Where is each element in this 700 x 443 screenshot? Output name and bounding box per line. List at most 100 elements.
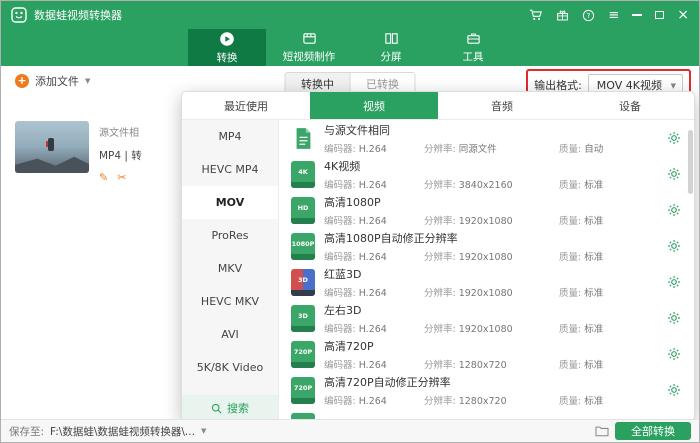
format-search-button[interactable]: 搜索 (182, 395, 278, 421)
format-1080p-icon: 1080P (291, 233, 315, 260)
tab-convert[interactable]: 转换 (188, 29, 266, 66)
format-row-text: 高清1080P自动修正分辨率 编码器:H.264分辨率:1920x1080质量:… (324, 230, 603, 263)
open-folder-icon[interactable] (595, 425, 609, 437)
format-row-text: 4K视频 编码器:H.264分辨率:3840x2160质量:标准 (324, 158, 603, 191)
chevron-down-icon: ▼ (85, 77, 90, 85)
plus-icon: + (15, 74, 29, 88)
format-row-4k[interactable]: 4K 4K视频 编码器:H.264分辨率:3840x2160质量:标准 (279, 156, 694, 192)
gear-icon[interactable] (667, 383, 681, 397)
format-redblue-3d-icon: 3D (291, 269, 315, 296)
sidebar-item-5k8k[interactable]: 5K/8K Video (182, 351, 278, 384)
sidebar-item-mp4[interactable]: MP4 (182, 120, 278, 153)
gear-icon[interactable] (667, 167, 681, 181)
tab-video[interactable]: 视频 (310, 92, 438, 119)
tab-device[interactable]: 设备 (566, 92, 694, 119)
file-format-text: MP4 | 转 (99, 148, 142, 163)
save-to-label: 保存至: (9, 424, 44, 439)
format-row-1080p-auto[interactable]: 1080P 高清1080P自动修正分辨率 编码器:H.264分辨率:1920x1… (279, 228, 694, 264)
sidebar-item-avi[interactable]: AVI (182, 318, 278, 351)
tab-split-label: 分屏 (381, 49, 402, 64)
file-action-icons: ✎ ✂ (99, 171, 142, 184)
cart-icon[interactable] (529, 8, 543, 22)
sidebar-item-hevc-mp4[interactable]: HEVC MP4 (182, 153, 278, 186)
format-detail: 编码器:H.264分辨率:1280x720质量:标准 (324, 357, 603, 371)
format-row-text: 与源文件相同 编码器:H.264分辨率:同源文件质量:自动 (324, 122, 603, 155)
format-row-720p[interactable]: 720P 高清720P 编码器:H.264分辨率:1280x720质量:标准 (279, 336, 694, 372)
gift-icon[interactable] (556, 9, 569, 22)
sidebar-item-prores[interactable]: ProRes (182, 219, 278, 252)
container-format-sidebar: MP4 HEVC MP4 MOV ProRes MKV HEVC MKV AVI… (182, 120, 279, 421)
scissors-icon[interactable]: ✂ (117, 171, 126, 184)
app-logo-icon (11, 7, 27, 23)
source-file-icon (291, 125, 315, 152)
format-row-1080p[interactable]: HD 高清1080P 编码器:H.264分辨率:1920x1080质量:标准 (279, 192, 694, 228)
thumbnail-person (48, 138, 54, 151)
sidebar-item-mov[interactable]: MOV (182, 186, 278, 219)
format-4k-icon: 4K (291, 161, 315, 188)
format-options-list: 与源文件相同 编码器:H.264分辨率:同源文件质量:自动 4K 4K视频 编码… (279, 120, 694, 421)
format-name: 高清1080P自动修正分辨率 (324, 230, 603, 246)
gear-icon[interactable] (667, 131, 681, 145)
maximize-icon[interactable] (655, 11, 664, 19)
format-detail: 编码器:H.264分辨率:1920x1080质量:标准 (324, 249, 603, 263)
save-path-value[interactable]: F:\数据蛙\数据蛙视频转换器\... (50, 424, 195, 439)
bottom-bar: 保存至: F:\数据蛙\数据蛙视频转换器\... ▼ 全部转换 (1, 419, 699, 442)
convert-icon (219, 31, 235, 47)
gear-icon[interactable] (667, 203, 681, 217)
format-name: 4K视频 (324, 158, 603, 174)
gear-icon[interactable] (667, 275, 681, 289)
format-picker-body: MP4 HEVC MP4 MOV ProRes MKV HEVC MKV AVI… (182, 120, 694, 421)
minimize-icon[interactable] (632, 14, 642, 16)
edit-icon[interactable]: ✎ (99, 171, 108, 184)
format-detail: 编码器:H.264分辨率:1920x1080质量:标准 (324, 285, 603, 299)
format-detail: 编码器:H.264分辨率:同源文件质量:自动 (324, 141, 603, 155)
scrollbar-thumb[interactable] (688, 130, 693, 194)
tab-short-video-label: 短视频制作 (283, 49, 336, 64)
thumbnail-mountain (15, 155, 89, 173)
format-picker-popup: 最近使用 视频 音频 设备 MP4 HEVC MP4 MOV ProRes MK… (181, 91, 695, 421)
menu-icon[interactable]: ≡ (608, 9, 619, 22)
tab-split-screen[interactable]: 分屏 (352, 29, 430, 66)
split-screen-icon (384, 31, 399, 46)
video-thumbnail (15, 121, 89, 173)
gear-icon[interactable] (667, 311, 681, 325)
tab-recently-used[interactable]: 最近使用 (182, 92, 310, 119)
tab-tools[interactable]: 工具 (434, 29, 512, 66)
close-icon[interactable]: × (677, 8, 689, 22)
convert-all-button[interactable]: 全部转换 (615, 422, 691, 440)
titlebar-actions: ? ≡ × (529, 8, 689, 22)
format-sbs-3d-icon: 3D (291, 305, 315, 332)
gear-icon[interactable] (667, 239, 681, 253)
file-source-text: 源文件相 (99, 124, 142, 139)
chevron-down-icon[interactable]: ▼ (201, 427, 206, 435)
format-name: 左右3D (324, 302, 603, 318)
tab-short-video[interactable]: 短视频制作 (270, 29, 348, 66)
gear-icon[interactable] (667, 347, 681, 361)
popup-scrollbar[interactable] (688, 122, 693, 419)
format-category-tabs: 最近使用 视频 音频 设备 (182, 92, 694, 120)
help-icon[interactable]: ? (582, 9, 595, 22)
file-info: 源文件相 MP4 | 转 ✎ ✂ (99, 121, 142, 184)
format-720p-auto-icon: 720P (291, 377, 315, 404)
format-detail: 编码器:H.264分辨率:1920x1080质量:标准 (324, 321, 603, 335)
format-name: 高清1080P (324, 194, 603, 210)
chevron-down-icon: ▼ (671, 82, 676, 90)
format-name: 红蓝3D (324, 266, 603, 282)
format-row-text: 红蓝3D 编码器:H.264分辨率:1920x1080质量:标准 (324, 266, 603, 299)
add-files-button[interactable]: + 添加文件 ▼ (15, 73, 90, 89)
sidebar-item-hevc-mkv[interactable]: HEVC MKV (182, 285, 278, 318)
tab-convert-label: 转换 (217, 50, 238, 65)
film-icon (302, 31, 317, 46)
format-row-same-as-source[interactable]: 与源文件相同 编码器:H.264分辨率:同源文件质量:自动 (279, 120, 694, 156)
search-label: 搜索 (227, 400, 249, 416)
format-row-sbs-3d[interactable]: 3D 左右3D 编码器:H.264分辨率:1920x1080质量:标准 (279, 300, 694, 336)
tab-audio[interactable]: 音频 (438, 92, 566, 119)
tab-tools-label: 工具 (463, 49, 484, 64)
format-row-anaglyph-3d[interactable]: 3D 红蓝3D 编码器:H.264分辨率:1920x1080质量:标准 (279, 264, 694, 300)
format-row-720p-auto[interactable]: 720P 高清720P自动修正分辨率 编码器:H.264分辨率:1280x720… (279, 372, 694, 408)
sidebar-item-mkv[interactable]: MKV (182, 252, 278, 285)
format-name: 高清720P (324, 338, 603, 354)
format-detail: 编码器:H.264分辨率:1920x1080质量:标准 (324, 213, 603, 227)
format-name: 高清720P自动修正分辨率 (324, 374, 603, 390)
file-row[interactable]: 源文件相 MP4 | 转 ✎ ✂ (15, 121, 142, 184)
